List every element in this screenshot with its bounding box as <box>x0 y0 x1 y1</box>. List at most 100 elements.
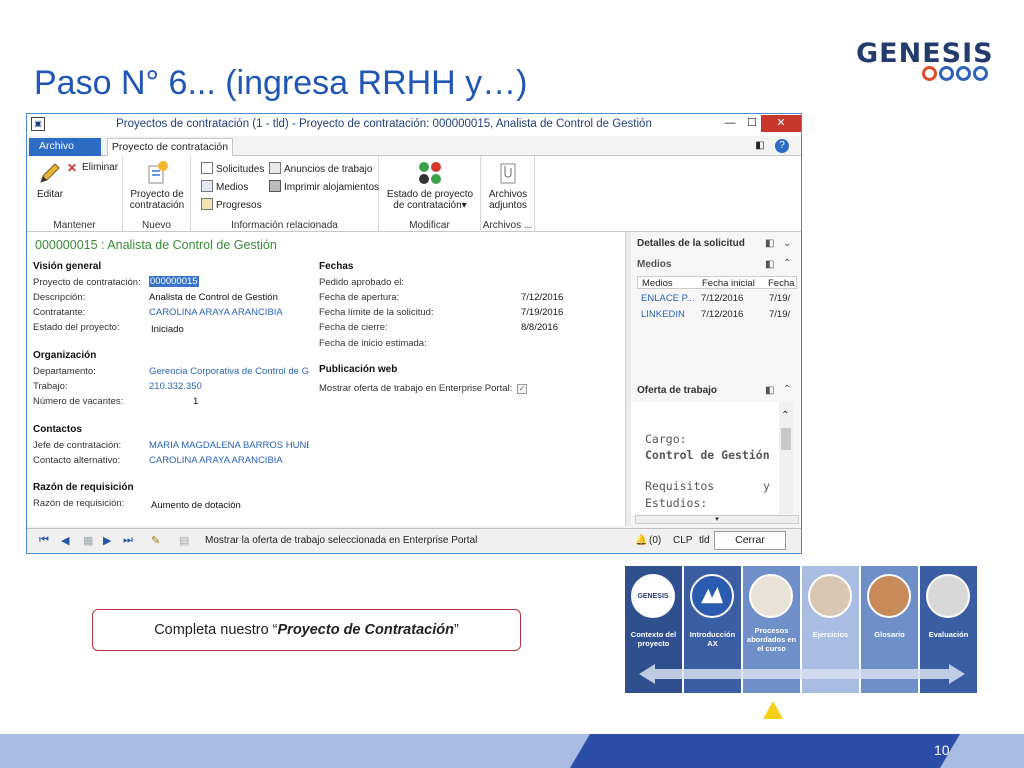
editar-label: Editar <box>36 189 64 200</box>
razon-field[interactable]: Aumento de dotación <box>151 500 241 511</box>
section-requisicion: Razón de requisición <box>33 482 134 493</box>
medios-row-2-medio[interactable]: LINKEDIN <box>641 309 685 320</box>
section-contactos: Contactos <box>33 424 82 435</box>
alternativo-label: Contacto alternativo: <box>33 455 121 466</box>
razon-label: Razón de requisición: <box>33 498 125 509</box>
requisitos-y: y <box>763 479 770 493</box>
next-record-icon[interactable]: ▶ <box>103 534 111 547</box>
medios-label: Medios <box>216 182 249 193</box>
factbox-resize-handle[interactable]: ▾ <box>635 515 799 524</box>
chevron-down-icon[interactable]: ⌄ <box>783 238 791 249</box>
tab-archivo[interactable]: Archivo <box>29 138 101 156</box>
tab-proyecto-contratacion[interactable]: Proyecto de contratación <box>107 138 233 157</box>
oferta-scrollbar[interactable]: ⌃ <box>779 402 793 514</box>
inicio-label: Fecha de inicio estimada: <box>319 338 427 349</box>
section-organizacion: Organización <box>33 350 97 361</box>
job-ad-icon <box>269 162 281 174</box>
status-circles-icon <box>419 162 441 184</box>
roadmap-label-glosario: Glosario <box>874 630 905 639</box>
mostrar-checkbox[interactable]: ✓ <box>517 384 527 394</box>
editar-button[interactable]: Editar <box>33 160 67 200</box>
ribbon-group-info: Solicitudes Medios Progresos Anuncios de… <box>191 156 379 232</box>
col-fecha-final[interactable]: Fecha <box>768 278 794 289</box>
last-record-icon[interactable]: ⏭ <box>123 534 133 547</box>
medios-button[interactable]: Medios <box>201 180 248 193</box>
col-medios[interactable]: Medios <box>642 278 673 289</box>
roadmap-label-contexto: Contexto del proyecto <box>630 630 677 648</box>
first-record-icon[interactable]: ⏮ <box>39 534 49 547</box>
departamento-link[interactable]: Gerencia Corporativa de Control de G <box>149 366 309 377</box>
close-window-button[interactable]: ✕ <box>761 115 801 132</box>
progresos-button[interactable]: Progresos <box>201 198 262 211</box>
oferta-preview: Cargo: Control de Gestión Requisitos y E… <box>631 402 779 514</box>
estado-proyecto-button[interactable]: Estado de proyecto de contratación▾ <box>383 160 477 211</box>
chevron-up-icon[interactable]: ⌃ <box>783 258 791 269</box>
contratante-link[interactable]: CAROLINA ARAYA ARANCIBIA <box>149 307 283 318</box>
trabajo-link[interactable]: 210.332.350 <box>149 381 202 392</box>
jefe-link[interactable]: MARIA MAGDALENA BARROS HUNEI <box>149 440 309 451</box>
alert-bell-icon[interactable]: 🔔 <box>635 535 647 546</box>
currency-indicator[interactable]: CLP <box>673 535 692 546</box>
departamento-label: Departamento: <box>33 366 96 377</box>
nuevo-proyecto-button[interactable]: Proyecto de contratación <box>125 160 189 211</box>
apertura-label: Fecha de apertura: <box>319 292 400 303</box>
factbox-medios-header[interactable]: Medios <box>637 259 671 270</box>
factbox-detalles-header[interactable]: Detalles de la solicitud <box>637 238 745 249</box>
previous-record-icon[interactable]: ◀ <box>61 534 69 547</box>
company-indicator[interactable]: tld <box>699 535 710 546</box>
callout-suffix: ” <box>453 622 459 638</box>
factbox-medios-toggle-icon[interactable]: ◧ <box>765 259 774 270</box>
scroll-up-icon[interactable]: ⌃ <box>781 410 789 421</box>
factbox-oferta-toggle-icon[interactable]: ◧ <box>765 385 774 396</box>
col-fecha-inicial[interactable]: Fecha inicial <box>702 278 755 289</box>
cerrar-button[interactable]: Cerrar <box>714 531 786 550</box>
vacantes-field[interactable]: 1 <box>193 396 198 407</box>
edit-record-icon[interactable]: ✎ <box>151 534 160 547</box>
printer-icon <box>269 180 281 192</box>
chevron-up-icon[interactable]: ⌃ <box>783 384 791 395</box>
view-toggle-icon[interactable]: ◧ <box>753 139 767 153</box>
hands-photo-icon <box>808 574 852 618</box>
dynamics-shape-icon <box>701 586 723 604</box>
pen-photo-icon <box>926 574 970 618</box>
solicitudes-button[interactable]: Solicitudes <box>201 162 264 175</box>
archivos-adjuntos-button[interactable]: Archivos adjuntos <box>483 160 533 211</box>
descripcion-field[interactable]: Analista de Control de Gestión <box>149 292 278 303</box>
solicitudes-label: Solicitudes <box>216 164 265 175</box>
status-message: Mostrar la oferta de trabajo seleccionad… <box>205 535 478 546</box>
trabajo-label: Trabajo: <box>33 381 68 392</box>
apertura-field[interactable]: 7/12/2016 <box>521 292 563 303</box>
group-label-modificar: Modificar <box>409 220 450 231</box>
callout-prefix: Completa nuestro “ <box>154 622 278 638</box>
medios-row-1-medio[interactable]: ENLACE P... <box>641 293 695 304</box>
proyecto-field[interactable]: 000000015 <box>149 276 199 287</box>
anuncios-button[interactable]: Anuncios de trabajo <box>269 162 372 175</box>
slide-title: Paso N° 6... (ingresa RRHH y…) <box>34 64 528 102</box>
scroll-thumb[interactable] <box>781 428 791 450</box>
progress-icon <box>201 198 213 210</box>
section-vision-general: Visión general <box>33 261 102 272</box>
limite-field[interactable]: 7/19/2016 <box>521 307 563 318</box>
nuevo-label-2: contratación <box>129 200 185 211</box>
alerts-count[interactable]: (0) <box>649 535 661 546</box>
eliminar-button[interactable]: ✕ Eliminar <box>67 162 118 174</box>
genesis-logo: GENESIS <box>856 38 993 84</box>
progresos-label: Progresos <box>216 200 262 211</box>
double-arrow-icon <box>639 664 965 684</box>
alternativo-link[interactable]: CAROLINA ARAYA ARANCIBIA <box>149 455 283 466</box>
cierre-field[interactable]: 8/8/2016 <box>521 322 558 333</box>
grid-view-icon[interactable]: ▦ <box>83 534 93 547</box>
jefe-label: Jefe de contratación: <box>33 440 122 451</box>
imprimir-label: Imprimir alojamientos <box>284 182 380 193</box>
ribbon: Editar ✕ Eliminar Mantener Proyecto de co… <box>27 156 801 232</box>
ribbon-group-nuevo: Proyecto de contratación Nuevo <box>123 156 191 232</box>
estado-field[interactable]: Iniciado <box>151 324 184 335</box>
factbox-detalles-toggle-icon[interactable]: ◧ <box>765 238 774 249</box>
proyecto-label: Proyecto de contratación: <box>33 277 141 288</box>
estado-label-2: de contratación <box>393 200 462 211</box>
attach-note-icon[interactable]: ▤ <box>179 534 189 547</box>
factbox-oferta-header[interactable]: Oferta de trabajo <box>637 385 717 396</box>
help-icon[interactable]: ? <box>775 139 789 153</box>
imprimir-button[interactable]: Imprimir alojamientos <box>269 180 379 193</box>
ribbon-tabbar: Archivo Proyecto de contratación ◧ ? <box>27 136 801 157</box>
